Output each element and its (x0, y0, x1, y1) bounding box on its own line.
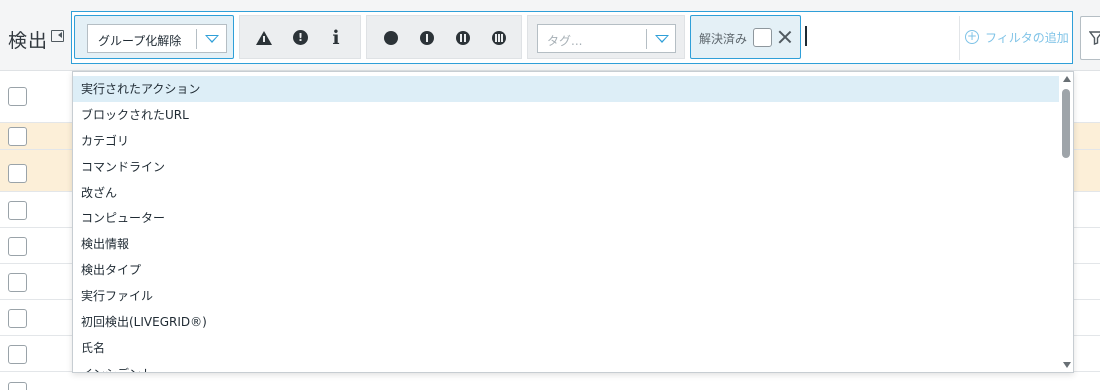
group-by-select[interactable]: グループ化解除 (87, 24, 227, 53)
filter-text-input[interactable] (805, 15, 957, 59)
bar (464, 34, 466, 42)
group-by-filter: グループ化解除 (74, 15, 234, 59)
resolved-label: 解決済み (699, 32, 748, 46)
filter-field-dropdown: 実行されたアクション ブロックされたURL カテゴリ コマンドライン 改ざん コ… (72, 71, 1074, 373)
row-checkbox[interactable] (8, 201, 27, 220)
divider (196, 29, 197, 49)
dropdown-option[interactable]: コマンドライン (73, 154, 1059, 180)
dropdown-option[interactable]: ブロックされたURL (73, 102, 1059, 128)
dropdown-option[interactable]: 初回検出(LIVEGRID®) (73, 309, 1059, 335)
bar (495, 34, 497, 42)
status-two-bars-icon[interactable] (456, 31, 470, 45)
page-title: 検出 (8, 30, 49, 52)
close-icon[interactable] (776, 28, 794, 46)
add-filter-button[interactable]: + フィルタの追加 (965, 28, 1071, 48)
bar (501, 34, 503, 42)
triangle-mark (263, 36, 265, 42)
row-checkbox[interactable] (8, 345, 27, 364)
row-checkbox[interactable] (8, 87, 27, 106)
tag-filter: タグ... (527, 15, 685, 59)
exclamation-circle-icon[interactable]: ! (291, 29, 309, 47)
collapse-panel-icon[interactable] (51, 30, 64, 42)
tag-placeholder: タグ... (547, 34, 583, 48)
table-row[interactable] (0, 373, 1100, 390)
dropdown-option[interactable]: 実行されたアクション (73, 76, 1059, 102)
filter-bar: グループ化解除 ! i タグ... 解決済み + フィルタの追加 (71, 11, 1073, 64)
row-checkbox[interactable] (8, 382, 27, 390)
scroll-thumb[interactable] (1062, 89, 1070, 158)
status-three-bars-icon[interactable] (492, 31, 506, 45)
row-checkbox[interactable] (8, 309, 27, 328)
chevron-down-icon[interactable] (655, 35, 669, 43)
severity-filter: ! i (239, 15, 361, 59)
dropdown-scrollbar[interactable] (1061, 72, 1073, 372)
dropdown-option[interactable]: 改ざん (73, 180, 1059, 206)
plus-circle-icon: + (965, 29, 979, 44)
divider (646, 29, 647, 49)
row-checkbox[interactable] (8, 164, 27, 183)
divider (959, 16, 960, 60)
dropdown-option[interactable]: 氏名 (73, 335, 1059, 361)
dropdown-option[interactable]: インシデント (73, 361, 1059, 372)
dropdown-options: 実行されたアクション ブロックされたURL カテゴリ コマンドライン 改ざん コ… (73, 76, 1059, 372)
row-checkbox[interactable] (8, 127, 27, 146)
dropdown-option[interactable]: カテゴリ (73, 128, 1059, 154)
filter-toggle-button[interactable] (1080, 16, 1100, 60)
resolved-checkbox[interactable] (753, 28, 772, 47)
dropdown-option[interactable]: コンピューター (73, 205, 1059, 231)
group-by-value: グループ化解除 (98, 34, 182, 48)
dropdown-option[interactable]: 検出情報 (73, 231, 1059, 257)
bar (460, 34, 462, 42)
resolved-filter: 解決済み (690, 15, 801, 59)
row-checkbox[interactable] (8, 273, 27, 292)
dropdown-option[interactable]: 検出タイプ (73, 257, 1059, 283)
chevron-down-icon[interactable] (205, 35, 219, 43)
row-checkbox[interactable] (8, 237, 27, 256)
funnel-icon (1089, 31, 1100, 45)
add-filter-label: フィルタの追加 (985, 31, 1069, 45)
status-filter (366, 15, 522, 59)
exclamation-glyph: ! (293, 30, 308, 45)
scroll-up-arrow-icon[interactable] (1063, 76, 1071, 82)
tag-select[interactable]: タグ... (537, 24, 676, 53)
status-one-bar-icon[interactable] (420, 31, 434, 45)
bar (498, 34, 500, 42)
warning-triangle-icon[interactable] (255, 29, 273, 47)
bar (426, 34, 428, 42)
dropdown-option[interactable]: 実行ファイル (73, 283, 1059, 309)
status-dot-icon[interactable] (384, 31, 398, 45)
top-toolbar: 検出 グループ化解除 ! i タグ... 解決済み + フィルタの追加 (0, 0, 1100, 71)
text-caret (805, 26, 807, 46)
scroll-down-arrow-icon[interactable] (1063, 362, 1071, 368)
info-icon[interactable]: i (327, 29, 345, 48)
